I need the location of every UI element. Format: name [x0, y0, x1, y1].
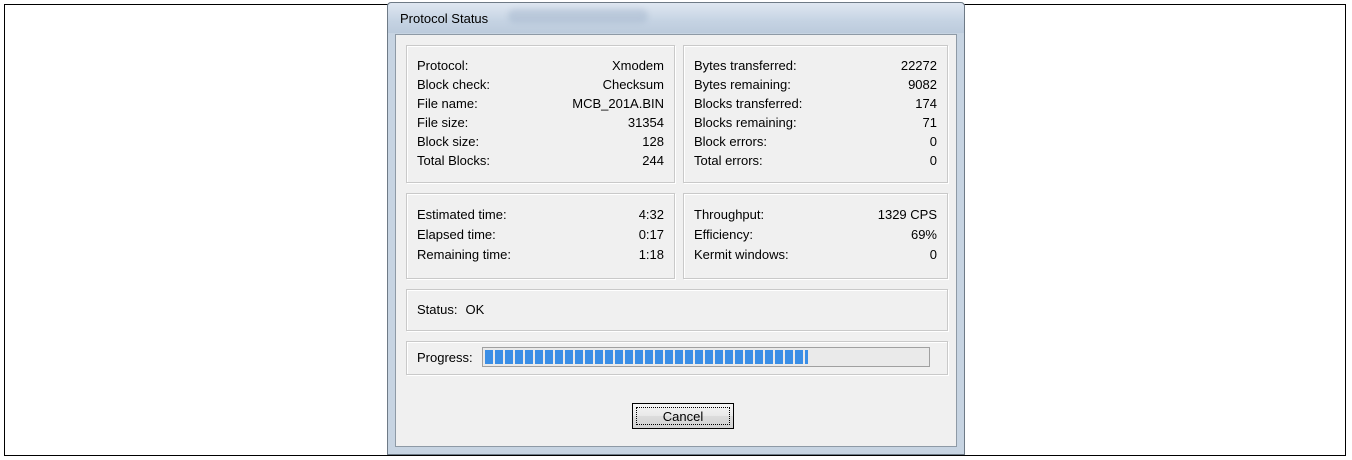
stats-row-blocks-transferred: Blocks transferred: 174: [684, 96, 947, 115]
cancel-button[interactable]: Cancel: [632, 403, 734, 429]
info-row-file-size: File size: 31354: [407, 115, 674, 134]
info-row-protocol: Protocol: Xmodem: [407, 58, 674, 77]
info-label: Protocol:: [417, 58, 469, 73]
stats-value: 71: [922, 115, 937, 130]
info-label: Total Blocks:: [417, 153, 490, 168]
transfer-stats-group: Bytes transferred: 22272 Bytes remaining…: [683, 45, 948, 183]
performance-group: Throughput: 1329 CPS Efficiency: 69% Ker…: [683, 193, 948, 279]
status-group: Status: OK: [406, 289, 948, 331]
info-row-block-check: Block check: Checksum: [407, 77, 674, 96]
stats-value: 22272: [900, 58, 937, 73]
stats-row-total-errors: Total errors: 0: [684, 153, 947, 172]
perf-value: 69%: [910, 227, 937, 242]
time-label: Estimated time:: [417, 207, 507, 222]
time-label: Elapsed time:: [417, 227, 496, 242]
stats-value: 174: [915, 96, 937, 111]
perf-row-efficiency: Efficiency: 69%: [684, 227, 947, 246]
stats-row-block-errors: Block errors: 0: [684, 134, 947, 153]
info-value: Xmodem: [611, 58, 664, 73]
time-info-group: Estimated time: 4:32 Elapsed time: 0:17 …: [406, 193, 675, 279]
info-label: File size:: [417, 115, 469, 130]
protocol-status-dialog: Protocol Status Protocol: Xmodem Block c…: [387, 2, 965, 455]
info-value: 31354: [627, 115, 664, 130]
progress-label: Progress:: [417, 350, 473, 365]
stats-value: 9082: [908, 77, 937, 92]
title-bar[interactable]: Protocol Status: [388, 3, 964, 33]
stats-row-blocks-remaining: Blocks remaining: 71: [684, 115, 947, 134]
time-value: 0:17: [638, 227, 664, 242]
info-value: 128: [642, 134, 664, 149]
dialog-client-area: Protocol: Xmodem Block check: Checksum F…: [395, 34, 957, 447]
progress-bar-fill: [485, 350, 808, 364]
title-bar-glass-reflection: [508, 9, 648, 23]
perf-row-throughput: Throughput: 1329 CPS: [684, 207, 947, 226]
perf-value: 0: [929, 247, 937, 262]
stats-label: Bytes transferred:: [694, 58, 797, 73]
info-value: Checksum: [602, 77, 664, 92]
info-label: Block size:: [417, 134, 480, 149]
stats-row-bytes-transferred: Bytes transferred: 22272: [684, 58, 947, 77]
info-label: File name:: [417, 96, 478, 111]
stats-label: Total errors:: [694, 153, 763, 168]
time-label: Remaining time:: [417, 247, 511, 262]
info-row-total-blocks: Total Blocks: 244: [407, 153, 674, 172]
time-row-remaining: Remaining time: 1:18: [407, 247, 674, 266]
status-line: Status: OK: [417, 302, 484, 317]
status-label: Status:: [417, 302, 458, 317]
info-value: 244: [642, 153, 664, 168]
info-row-file-name: File name: MCB_201A.BIN: [407, 96, 674, 115]
stats-label: Blocks transferred:: [694, 96, 803, 111]
stats-row-bytes-remaining: Bytes remaining: 9082: [684, 77, 947, 96]
stats-value: 0: [929, 153, 937, 168]
perf-value: 1329 CPS: [877, 207, 937, 222]
transfer-info-group: Protocol: Xmodem Block check: Checksum F…: [406, 45, 675, 183]
stats-label: Block errors:: [694, 134, 767, 149]
time-value: 4:32: [638, 207, 664, 222]
info-label: Block check:: [417, 77, 490, 92]
perf-label: Efficiency:: [694, 227, 754, 242]
stats-value: 0: [929, 134, 937, 149]
stats-label: Blocks remaining:: [694, 115, 797, 130]
perf-label: Throughput:: [694, 207, 765, 222]
status-value: OK: [465, 302, 485, 317]
info-value: MCB_201A.BIN: [572, 96, 664, 111]
progress-group: Progress:: [406, 341, 948, 375]
perf-row-kermit-windows: Kermit windows: 0: [684, 247, 947, 266]
perf-label: Kermit windows:: [694, 247, 789, 262]
progress-bar: [482, 347, 930, 367]
info-row-block-size: Block size: 128: [407, 134, 674, 153]
stats-label: Bytes remaining:: [694, 77, 791, 92]
time-value: 1:18: [638, 247, 664, 262]
time-row-elapsed: Elapsed time: 0:17: [407, 227, 674, 246]
time-row-estimated: Estimated time: 4:32: [407, 207, 674, 226]
window-title: Protocol Status: [400, 11, 489, 26]
